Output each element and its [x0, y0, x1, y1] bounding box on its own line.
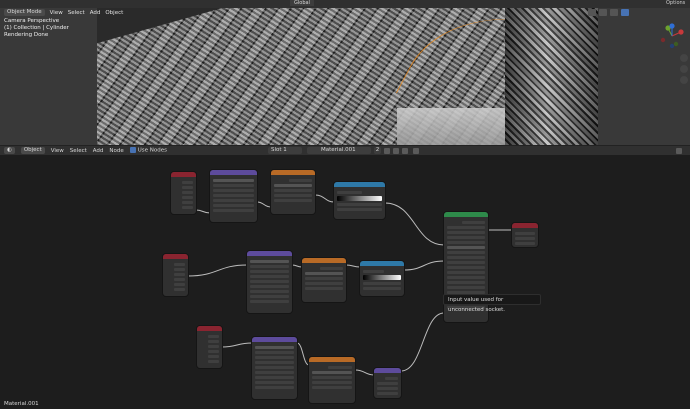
unlink-icon[interactable] — [402, 148, 408, 154]
options-button[interactable]: Options — [666, 0, 685, 6]
material-name-label: Material.001 — [4, 401, 39, 407]
wireframe-shading-icon[interactable] — [588, 9, 596, 16]
viewport-header: Object Mode View Select Add Object — [0, 8, 123, 17]
texture-coordinate-node[interactable] — [171, 172, 196, 214]
menu-add[interactable]: Add — [90, 10, 101, 16]
navigation-gizmo[interactable] — [658, 22, 686, 50]
object-mode-dropdown[interactable]: Object Mode — [4, 9, 45, 16]
pin-icon[interactable] — [413, 148, 419, 154]
node-editor-canvas[interactable]: Material.001 — [0, 155, 690, 409]
use-nodes-label: Use Nodes — [137, 147, 168, 154]
menu-add[interactable]: Add — [93, 148, 104, 154]
fake-user-icon[interactable] — [384, 148, 390, 154]
solid-shading-icon[interactable] — [599, 9, 607, 16]
mapping-node-3[interactable] — [252, 337, 297, 399]
use-nodes-checkbox[interactable]: Use Nodes — [129, 147, 168, 154]
menu-view[interactable]: View — [51, 148, 64, 154]
bump-node[interactable] — [374, 368, 401, 398]
menu-node[interactable]: Node — [109, 148, 123, 154]
image-texture-node-2[interactable] — [302, 258, 346, 302]
material-users-count[interactable]: 2 — [374, 147, 381, 154]
zoom-icon[interactable] — [680, 54, 688, 62]
camera-icon[interactable] — [680, 76, 688, 84]
menu-object[interactable]: Object — [105, 10, 123, 16]
material-output-node[interactable] — [512, 223, 538, 247]
image-texture-node-3[interactable] — [309, 357, 355, 403]
image-texture-node[interactable] — [271, 170, 315, 214]
object-dropdown[interactable]: Object — [20, 147, 45, 154]
material-shading-icon[interactable] — [610, 9, 618, 16]
collection-label: (1) Collection | Cylinder — [4, 25, 69, 31]
menu-view[interactable]: View — [50, 10, 63, 16]
cylinder-render — [505, 8, 598, 145]
texture-coordinate-node-2[interactable] — [163, 254, 188, 296]
render-status-label: Rendering Done — [4, 32, 49, 38]
color-ramp-node[interactable] — [334, 182, 385, 219]
viewport-navigation-tools — [680, 54, 688, 84]
menu-select[interactable]: Select — [68, 10, 85, 16]
viewport-shading-buttons — [588, 9, 629, 16]
duplicate-icon[interactable] — [393, 148, 399, 154]
color-ramp-gradient[interactable] — [337, 196, 382, 201]
rendered-view — [97, 8, 598, 145]
color-ramp-node-2[interactable] — [360, 261, 404, 296]
slot-dropdown[interactable]: Slot 1 — [268, 147, 302, 154]
material-field[interactable]: Material.001 — [307, 147, 371, 154]
mapping-node[interactable] — [210, 170, 257, 222]
editor-type-dropdown[interactable]: ◐ — [4, 147, 15, 154]
pan-icon[interactable] — [680, 65, 688, 73]
rendered-shading-icon[interactable] — [621, 9, 629, 16]
top-bar — [0, 0, 690, 8]
checkbox-checked-icon — [129, 147, 136, 154]
color-ramp-gradient-2[interactable] — [363, 275, 401, 280]
tooltip: Input value used for unconnected socket. — [443, 294, 541, 313]
menu-select[interactable]: Select — [70, 148, 87, 154]
3d-viewport[interactable]: Global Options Object Mode View Select A… — [0, 0, 690, 145]
mapping-node-2[interactable] — [247, 251, 292, 313]
transform-orientation-dropdown[interactable]: Global — [290, 0, 314, 6]
viewport-overlay-text: Camera Perspective (1) Collection | Cyli… — [4, 18, 69, 39]
texture-coordinate-node-3[interactable] — [197, 326, 222, 368]
sidebar-toggle-icon[interactable] — [676, 148, 682, 154]
camera-perspective-label: Camera Perspective — [4, 18, 60, 24]
